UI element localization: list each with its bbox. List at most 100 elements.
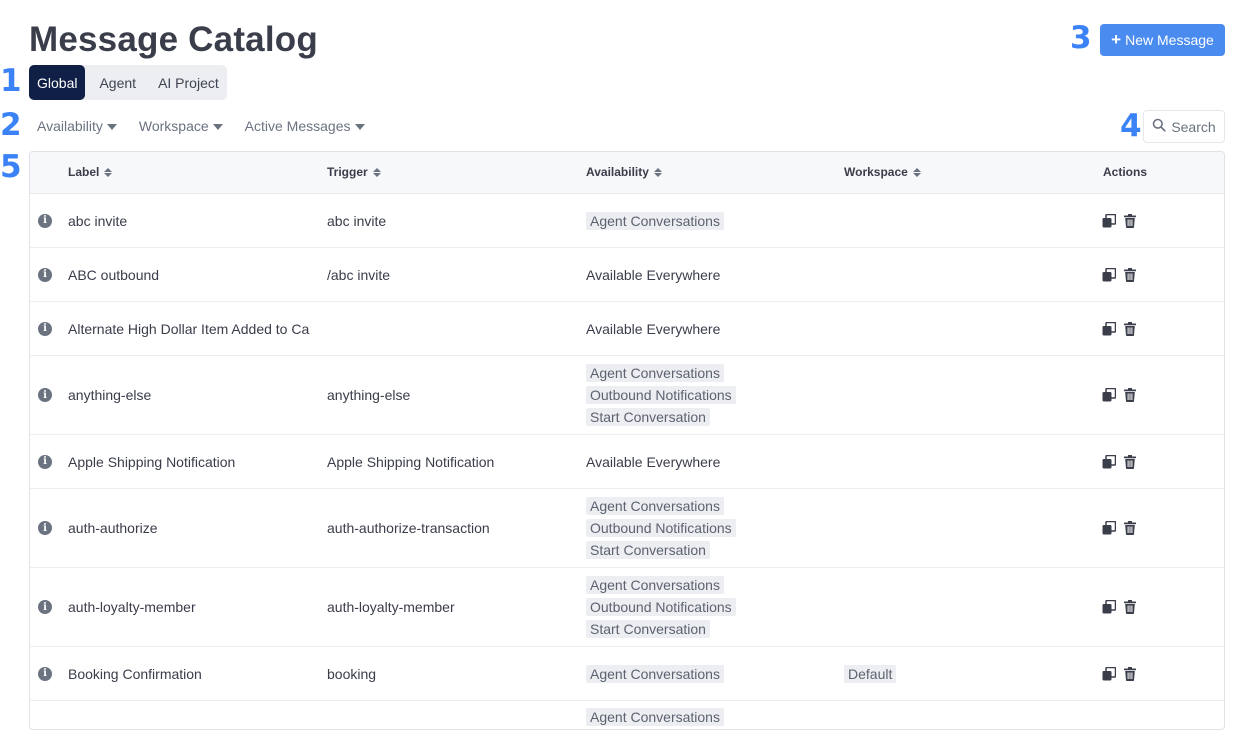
availability-cell: Available Everywhere <box>586 248 836 301</box>
availability-tag: Start Conversation <box>586 408 710 426</box>
availability-tag: Outbound Notifications <box>586 386 736 404</box>
table-row[interactable]: i auth-loyalty-member auth-loyalty-member A… <box>30 568 1224 647</box>
table-row[interactable]: Agent Conversations <box>30 701 1224 729</box>
sort-icon <box>912 167 921 177</box>
trash-icon[interactable] <box>1124 388 1136 402</box>
availability-tag: Start Conversation <box>586 620 710 638</box>
info-icon[interactable]: i <box>38 454 52 469</box>
caret-down-icon <box>212 123 223 130</box>
trigger-cell: booking <box>327 647 577 700</box>
sort-icon <box>104 167 113 177</box>
column-header-workspace[interactable]: Workspace <box>844 165 921 179</box>
tab-ai-project[interactable]: AI Project <box>150 65 227 100</box>
trash-icon[interactable] <box>1124 321 1136 336</box>
actions-cell <box>1102 356 1162 434</box>
filter-availability[interactable]: Availability <box>37 118 117 134</box>
message-label: Apple Shipping Notification <box>68 453 236 470</box>
availability-cell: Available Everywhere <box>586 435 836 488</box>
message-label: Booking Confirmation <box>68 665 202 682</box>
availability-cell: Agent Conversations <box>586 647 836 700</box>
info-icon[interactable]: i <box>38 213 52 228</box>
availability-cell: Agent Conversations Outbound Notification… <box>586 356 836 434</box>
table-row[interactable]: i Apple Shipping Notification Apple Shippi… <box>30 435 1224 489</box>
table-row[interactable]: i abc invite abc invite Agent Conversations <box>30 194 1224 248</box>
duplicate-icon[interactable] <box>1102 267 1116 282</box>
availability-tag: Outbound Notifications <box>586 598 736 616</box>
table-row[interactable]: i ABC outbound/abc invite Available Everyw… <box>30 248 1224 302</box>
message-label: Alternate High Dollar Item Added to Ca <box>68 320 310 337</box>
info-icon[interactable]: i <box>38 521 52 535</box>
table-row[interactable]: i anything-else anything-else Agent Convers… <box>30 356 1224 435</box>
message-label: ABC outbound <box>68 266 160 283</box>
message-label: abc invite <box>68 212 128 229</box>
info-icon[interactable]: i <box>38 321 52 336</box>
filter-active-messages-label: Active Messages <box>244 118 351 134</box>
filter-workspace[interactable]: Workspace <box>139 118 223 134</box>
info-icon[interactable]: i <box>38 388 52 402</box>
table-body: i abc invite abc invite Agent Conversations… <box>30 194 1224 729</box>
sort-icon <box>372 167 381 177</box>
label-cell: Booking Confirmation <box>68 647 320 700</box>
duplicate-icon[interactable] <box>1102 521 1116 535</box>
info-icon[interactable]: i <box>38 267 52 282</box>
actions-cell <box>1102 647 1162 700</box>
sort-icon <box>653 167 662 177</box>
duplicate-icon[interactable] <box>1102 388 1116 402</box>
availability-tag: Agent Conversations <box>586 576 724 594</box>
trash-icon[interactable] <box>1124 454 1136 469</box>
trigger-cell: anything-else <box>327 356 577 434</box>
actions-cell <box>1102 248 1162 301</box>
label-cell: Apple Shipping Notification <box>68 435 320 488</box>
tab-agent[interactable]: Agent <box>85 65 150 100</box>
trash-icon[interactable] <box>1124 521 1136 535</box>
search-button[interactable]: Search <box>1143 110 1225 143</box>
availability-tag: Start Conversation <box>586 541 710 559</box>
label-cell: abc invite <box>68 194 320 247</box>
duplicate-icon[interactable] <box>1102 213 1116 228</box>
availability-cell: Available Everywhere <box>586 302 836 355</box>
message-label: auth-authorize <box>68 520 158 536</box>
column-header-trigger[interactable]: Trigger <box>327 165 381 179</box>
column-header-availability[interactable]: Availability <box>586 165 662 179</box>
table-header: Label Trigger Availability Workspace Act… <box>30 152 1224 194</box>
duplicate-icon[interactable] <box>1102 321 1116 336</box>
table-row[interactable]: i Alternate High Dollar Item Added to Ca A… <box>30 302 1224 356</box>
message-trigger: auth-authorize-transaction <box>327 520 490 536</box>
new-message-button[interactable]: + New Message <box>1100 24 1225 56</box>
info-cell: i <box>38 435 54 488</box>
availability-text: Available Everywhere <box>586 453 721 470</box>
message-trigger: auth-loyalty-member <box>327 599 455 615</box>
callout-1: 1 <box>0 63 22 99</box>
duplicate-icon[interactable] <box>1102 600 1116 614</box>
column-header-actions-text: Actions <box>1103 165 1148 179</box>
callout-2: 2 <box>0 107 22 143</box>
availability-cell: Agent Conversations <box>586 701 836 729</box>
trigger-cell: Apple Shipping Notification <box>327 435 577 488</box>
availability-tag: Agent Conversations <box>586 708 724 726</box>
duplicate-icon[interactable] <box>1102 454 1116 469</box>
duplicate-icon[interactable] <box>1102 666 1116 681</box>
tab-global[interactable]: Global <box>29 65 86 100</box>
availability-tag: Outbound Notifications <box>586 519 736 537</box>
message-trigger: booking <box>327 665 377 682</box>
table-row[interactable]: i auth-authorize auth-authorize-transactio… <box>30 489 1224 568</box>
availability-text: Available Everywhere <box>586 320 721 337</box>
callout-4: 4 <box>1120 108 1142 144</box>
info-cell: i <box>38 647 54 700</box>
scope-tabs: Global Agent AI Project <box>29 65 227 100</box>
info-icon[interactable]: i <box>38 600 52 614</box>
info-icon[interactable]: i <box>38 666 52 681</box>
actions-cell <box>1102 194 1162 247</box>
trash-icon[interactable] <box>1124 600 1136 614</box>
search-icon <box>1152 118 1166 135</box>
availability-cell: Agent Conversations Outbound Notification… <box>586 489 836 567</box>
trash-icon[interactable] <box>1124 267 1136 282</box>
availability-cell: Agent Conversations Outbound Notification… <box>586 568 836 646</box>
workspace-cell: Default <box>844 647 1094 700</box>
filter-active-messages[interactable]: Active Messages <box>245 118 365 134</box>
trash-icon[interactable] <box>1124 666 1136 681</box>
column-header-label[interactable]: Label <box>68 165 113 179</box>
page-title: Message Catalog <box>29 20 318 59</box>
trash-icon[interactable] <box>1124 213 1136 228</box>
table-row[interactable]: i Booking Confirmation booking Agent Conver… <box>30 647 1224 701</box>
